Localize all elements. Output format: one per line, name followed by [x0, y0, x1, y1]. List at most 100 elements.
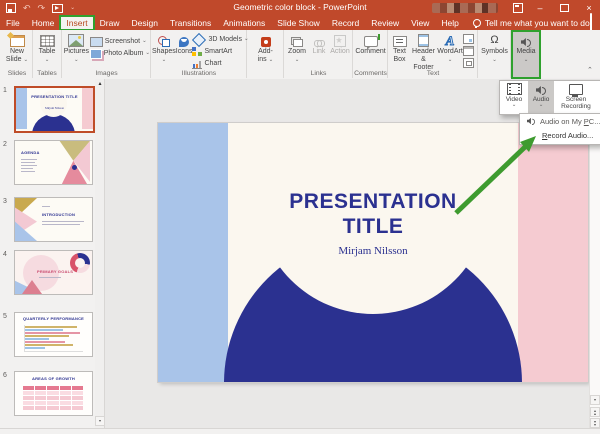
screenshot-icon	[89, 36, 103, 47]
pictures-icon	[68, 34, 85, 47]
thumbnail-scroll-up-icon[interactable]: ▴	[95, 80, 105, 90]
text-box-icon	[392, 36, 407, 47]
table-icon	[39, 35, 55, 47]
tab-animations[interactable]: Animations	[217, 16, 271, 30]
ribbon-group-illustrations: Shapes ⌄ Icons 3D Models ⌄ SmartArt Chart …	[152, 30, 249, 78]
group-label-slides: Slides	[7, 70, 27, 77]
chart-icon	[192, 59, 203, 69]
ribbon-group-media: Media ⌄	[511, 30, 542, 79]
thumbnail-slide-2[interactable]: AGENDA	[14, 140, 93, 185]
slide-subtitle[interactable]: Mirjam Nilsson	[158, 245, 588, 257]
photo-album-icon	[89, 48, 102, 59]
tab-slide-show[interactable]: Slide Show	[271, 16, 326, 30]
new-slide-button[interactable]: New Slide ⌄	[2, 31, 32, 64]
audio-on-pc-icon	[527, 117, 535, 125]
add-ins-icon	[260, 37, 271, 47]
table-button[interactable]: Table ⌄	[33, 31, 61, 64]
previous-slide-button[interactable]: ▴ ▴	[590, 407, 600, 417]
thumbnail-scroll-down-icon[interactable]: ▾	[95, 416, 105, 426]
header-footer-button[interactable]: Header & Footer	[410, 31, 437, 71]
slide-number: 3	[3, 198, 7, 205]
tab-file[interactable]: File	[0, 16, 26, 30]
photo-album-button[interactable]: Photo Album ⌄	[89, 48, 150, 59]
pictures-button[interactable]: Pictures ⌄	[63, 31, 90, 64]
tell-me-search[interactable]: Tell me what you want to do	[472, 18, 590, 28]
restore-button[interactable]	[553, 0, 575, 16]
comment-button[interactable]: Comment	[354, 31, 387, 56]
scroll-down-button[interactable]: ▾	[590, 395, 600, 405]
menu-item-audio-on-my-pc[interactable]: Audio on My PC...	[520, 114, 600, 128]
audio-icon	[536, 85, 546, 95]
icons-button[interactable]: Icons	[176, 31, 192, 69]
media-button[interactable]: Media ⌄	[511, 30, 541, 79]
object-icon[interactable]	[463, 58, 474, 68]
tab-draw[interactable]: Draw	[94, 16, 126, 30]
3d-models-button[interactable]: 3D Models ⌄	[192, 32, 249, 47]
video-menu-button[interactable]: Video ⌄	[500, 81, 528, 114]
thumbnail-slide-4[interactable]: PRIMARY GOALS	[14, 250, 93, 295]
slide-number-icon[interactable]	[463, 34, 474, 44]
ribbon-display-options-button[interactable]	[507, 0, 529, 16]
3d-models-icon	[192, 32, 207, 47]
screen-recording-menu-button[interactable]: Screen Recording	[554, 81, 598, 114]
audio-submenu: Audio on My PC... Record Audio...	[519, 113, 600, 145]
wordart-icon: A	[445, 33, 455, 48]
shapes-icon	[157, 36, 170, 47]
thumbnail-slide-6[interactable]: AREAS OF GROWTH	[14, 371, 93, 416]
powerpoint-window: ↶ ↷ ⌄ Geometric color block - PowerPoint…	[0, 0, 600, 434]
slide-number: 6	[3, 372, 7, 379]
smartart-button[interactable]: SmartArt	[192, 46, 248, 57]
tab-transitions[interactable]: Transitions	[164, 16, 217, 30]
close-button[interactable]: ×	[578, 0, 600, 16]
tab-design[interactable]: Design	[126, 16, 164, 30]
ribbon-group-comments: Comment Comments	[354, 30, 388, 78]
action-button[interactable]: Action	[329, 31, 351, 64]
collapse-ribbon-icon[interactable]: ⌃	[587, 66, 593, 74]
shapes-button[interactable]: Shapes ⌄	[152, 31, 176, 69]
text-box-button[interactable]: Text Box	[389, 31, 410, 71]
next-slide-button[interactable]: ▾ ▾	[590, 418, 600, 428]
lightbulb-icon	[472, 19, 481, 28]
link-button[interactable]: Link	[309, 31, 329, 64]
symbols-button[interactable]: Ω Symbols ⌄	[479, 31, 510, 64]
menu-item-record-audio[interactable]: Record Audio...	[520, 128, 600, 142]
slide-title[interactable]: PRESENTATION TITLE	[158, 189, 588, 239]
header-footer-icon	[418, 34, 429, 47]
ribbon-tabs: File Home Insert Draw Design Transitions…	[0, 13, 600, 32]
media-dropdown-menu: Video ⌄ Audio ⌄ Screen Recording	[499, 80, 600, 115]
wordart-button[interactable]: A WordArt ⌄	[437, 31, 463, 71]
slide-thumbnail-panel: 1 PRESENTATION TITLE Mirjam Nilsson 2 AG…	[0, 79, 105, 428]
media-speaker-icon	[521, 37, 531, 47]
thumbnail-scrollbar[interactable]: ▴ ▾	[95, 79, 105, 428]
slide-editor[interactable]: PRESENTATION TITLE Mirjam Nilsson	[158, 123, 588, 382]
thumbnail-slide-1[interactable]: PRESENTATION TITLE Mirjam Nilsson	[14, 86, 95, 133]
new-comment-icon	[363, 34, 380, 50]
action-icon	[334, 35, 346, 47]
group-label-links: Links	[310, 70, 327, 77]
screenshot-button[interactable]: Screenshot ⌄	[89, 36, 150, 47]
group-label-images: Images	[95, 70, 118, 77]
thumbnail-slide-3[interactable]: INTRODUCTION	[14, 197, 93, 242]
ribbon-display-options-icon	[513, 3, 523, 13]
tab-review[interactable]: Review	[365, 16, 405, 30]
user-account-blurred[interactable]	[432, 3, 498, 13]
tab-insert[interactable]: Insert	[59, 15, 95, 31]
ribbon-group-text: Text Box Header & Footer A WordArt ⌄ Tex…	[389, 30, 478, 78]
video-icon	[506, 83, 522, 95]
thumbnail-slide-5[interactable]: QUARTERLY PERFORMANCE	[14, 312, 93, 357]
audio-menu-button[interactable]: Audio ⌄	[528, 81, 554, 114]
zoom-button[interactable]: Zoom ⌄	[285, 31, 309, 64]
new-slide-icon	[9, 35, 25, 47]
slide-number: 2	[3, 141, 7, 148]
tab-home[interactable]: Home	[26, 16, 61, 30]
date-time-icon[interactable]	[463, 46, 474, 56]
add-ins-button[interactable]: Add-ins ⌄	[248, 31, 283, 64]
tab-help[interactable]: Help	[435, 16, 464, 30]
chart-button[interactable]: Chart	[192, 58, 248, 69]
minimize-button[interactable]: –	[529, 0, 551, 16]
title-bar: ↶ ↷ ⌄ Geometric color block - PowerPoint…	[0, 0, 600, 16]
group-label-text: Text	[426, 70, 440, 77]
tab-view[interactable]: View	[405, 16, 435, 30]
tab-record[interactable]: Record	[326, 16, 365, 30]
zoom-icon	[291, 37, 303, 47]
